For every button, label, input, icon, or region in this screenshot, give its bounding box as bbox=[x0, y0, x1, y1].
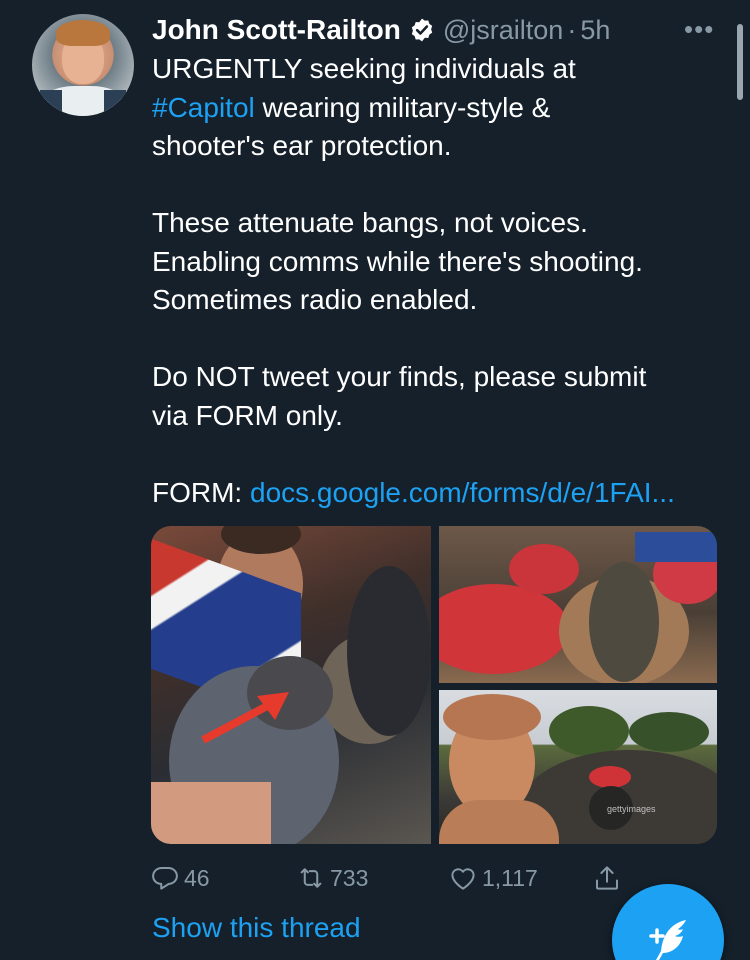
photo-3-trees-2 bbox=[629, 712, 709, 752]
author-handle[interactable]: @jsrailton bbox=[443, 15, 563, 46]
photo-2-ear-protector bbox=[589, 562, 659, 682]
tweet-body: URGENTLY seeking individuals at #Capitol … bbox=[152, 50, 732, 512]
url-link[interactable]: docs.google.com/forms/d/e/1FAI... bbox=[250, 477, 675, 508]
tweet-text-run: via FORM only. bbox=[152, 399, 343, 431]
tweet-text-run: FORM: bbox=[152, 476, 250, 508]
tweet-text-line: FORM: docs.google.com/forms/d/e/1FAI... bbox=[152, 474, 732, 513]
tweet-text-line: Do NOT tweet your finds, please submit bbox=[152, 358, 732, 397]
verified-badge-icon bbox=[411, 18, 433, 42]
tweet-text-run: URGENTLY seeking individuals at bbox=[152, 53, 576, 84]
heart-icon bbox=[451, 868, 475, 890]
photo-2-red-cap-back bbox=[509, 544, 579, 594]
tweet-time[interactable]: 5h bbox=[580, 15, 610, 46]
tweet-text-run: Sometimes radio enabled. bbox=[152, 284, 478, 315]
tweet-text-line bbox=[152, 320, 732, 359]
tweet-text-line: via FORM only. bbox=[152, 397, 732, 436]
tweet-text-line: #Capitol wearing military-style & bbox=[152, 89, 732, 128]
photo-3-statue-body bbox=[439, 800, 559, 844]
compose-tweet-icon bbox=[649, 920, 686, 960]
photo-2-flag bbox=[635, 532, 717, 562]
scrollbar[interactable] bbox=[737, 24, 743, 100]
more-options-icon[interactable]: ••• bbox=[684, 14, 714, 45]
reply-icon bbox=[152, 867, 178, 890]
retweet-count: 733 bbox=[330, 864, 369, 891]
tweet-screen: John Scott-Railton @jsrailton · 5h ••• U… bbox=[0, 0, 750, 960]
tweet-media-grid: gettyimages bbox=[151, 526, 717, 844]
tweet-text-line bbox=[152, 166, 732, 205]
tweet-text-line: Sometimes radio enabled. bbox=[152, 281, 732, 320]
tweet-text-line: shooter's ear protection. bbox=[152, 127, 732, 166]
media-photo-2[interactable] bbox=[439, 526, 717, 683]
media-photo-3[interactable]: gettyimages bbox=[439, 690, 717, 844]
author-name[interactable]: John Scott-Railton bbox=[152, 14, 401, 46]
photo-1-headphone bbox=[347, 566, 431, 736]
reply-count: 46 bbox=[184, 864, 210, 891]
share-button[interactable] bbox=[592, 858, 626, 898]
photo-2-red-cap bbox=[439, 584, 569, 674]
tweet-text-run: These attenuate bangs, not voices. bbox=[152, 207, 588, 238]
hashtag-link[interactable]: #Capitol bbox=[152, 92, 255, 123]
getty-watermark: gettyimages bbox=[607, 804, 656, 814]
retweet-icon bbox=[300, 868, 322, 888]
tweet-text-run: shooter's ear protection. bbox=[152, 130, 452, 161]
tweet-text-run: Do NOT tweet your finds, please submit bbox=[152, 361, 647, 392]
tweet-text-line bbox=[152, 435, 732, 474]
media-photo-1[interactable] bbox=[151, 526, 431, 844]
avatar-jacket-right bbox=[104, 90, 126, 116]
tweet-header: John Scott-Railton @jsrailton · 5h bbox=[152, 10, 610, 50]
show-thread-link[interactable]: Show this thread bbox=[152, 912, 361, 944]
avatar-hair bbox=[56, 20, 110, 46]
tweet-text-line: Enabling comms while there's shooting. bbox=[152, 243, 732, 282]
photo-3-red-cap bbox=[589, 766, 631, 788]
tweet-text-line: URGENTLY seeking individuals at bbox=[152, 50, 732, 89]
annotation-arrow bbox=[201, 692, 289, 744]
tweet-text-run: wearing military-style & bbox=[254, 91, 551, 123]
tweet-actions: 46 733 1,117 bbox=[150, 858, 630, 898]
author-avatar[interactable] bbox=[32, 14, 134, 116]
tweet-text-run: Enabling comms while there's shooting. bbox=[152, 245, 643, 277]
meta-separator: · bbox=[567, 14, 577, 45]
retweet-button[interactable]: 733 bbox=[296, 858, 368, 898]
photo-3-trees bbox=[549, 706, 629, 756]
photo-1-vest bbox=[151, 782, 271, 844]
like-count: 1,117 bbox=[482, 864, 538, 891]
avatar-jacket-left bbox=[40, 90, 62, 116]
tweet-text-line: These attenuate bangs, not voices. bbox=[152, 204, 732, 243]
like-button[interactable]: 1,117 bbox=[448, 858, 538, 898]
share-icon bbox=[596, 866, 618, 890]
reply-button[interactable]: 46 bbox=[150, 858, 210, 898]
photo-3-statue-hair bbox=[443, 694, 541, 740]
